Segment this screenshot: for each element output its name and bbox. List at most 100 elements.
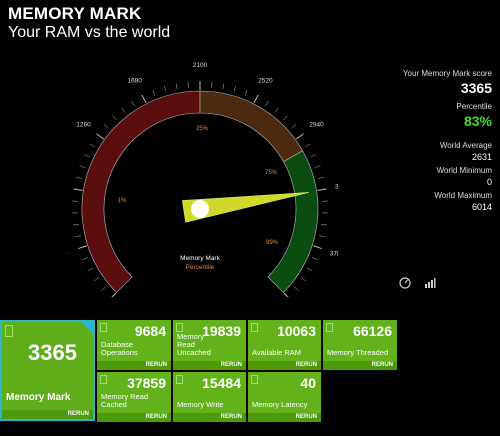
world-average-label: World Average	[439, 141, 492, 150]
gauge-tick	[121, 107, 126, 113]
gauge-tick	[72, 224, 79, 226]
gauge-tick	[233, 86, 236, 92]
percentile-mark-25: 25%	[196, 126, 209, 132]
gauge-tick	[283, 292, 289, 297]
percentile-value: 83%	[463, 113, 492, 129]
memory-mark-tile[interactable]: 3365 Memory Mark RERUN	[0, 320, 95, 421]
gauge-tick	[321, 224, 328, 226]
tile-memory-write[interactable]: 15484 Memory Write RERUN	[173, 372, 246, 422]
memory-chip-icon	[251, 323, 258, 332]
gauge-tick	[73, 188, 83, 191]
gauge-tick	[82, 257, 89, 261]
tile-value: 37859	[127, 375, 166, 391]
gauge-tick	[103, 124, 109, 129]
gauge-tick	[310, 154, 316, 158]
gauge-tick	[222, 83, 225, 90]
gauge-tick-label: 3360	[335, 183, 338, 190]
gauge-tick	[274, 107, 279, 113]
rerun-button[interactable]: RERUN	[323, 361, 397, 370]
gauge-tick	[89, 143, 96, 148]
chart-icon[interactable]	[424, 277, 436, 289]
world-minimum-label: World Minimum	[436, 166, 492, 175]
tile-name: Available RAM	[252, 348, 302, 357]
memory-mark-tile-name: Memory Mark	[6, 392, 71, 403]
gauge-tick	[141, 94, 147, 104]
score-value: 3365	[460, 80, 492, 96]
gauge-tick	[84, 154, 90, 158]
gauge-tick	[244, 89, 248, 96]
tile-name: Memory Read Cached	[101, 392, 149, 409]
gauge-tick	[317, 188, 327, 191]
gauge-tick	[306, 267, 313, 271]
rerun-button[interactable]: RERUN	[97, 413, 171, 422]
gauge-tick	[75, 176, 82, 179]
tile-name: Memory Write	[177, 400, 224, 409]
tile-memory-read-uncached[interactable]: 19839 Memory Read Uncached RERUN	[173, 320, 246, 370]
speedometer-icon[interactable]	[399, 277, 411, 289]
gauge-tick-label: 2520	[258, 78, 273, 85]
tile-name: Memory Read Uncached	[177, 332, 211, 357]
percentile-mark-75: 75%	[265, 170, 278, 176]
gauge-tick	[93, 277, 100, 282]
rerun-button[interactable]: RERUN	[173, 361, 246, 370]
tile-value: 66126	[353, 323, 392, 339]
gauge-tick	[87, 267, 94, 271]
gauge-tick	[187, 81, 189, 88]
memory-mark-tile-value: 3365	[28, 340, 77, 365]
gauge-hub	[191, 200, 209, 218]
tile-database-operations[interactable]: 9684 Database Operations RERUN	[97, 320, 171, 370]
gauge-tick	[131, 100, 135, 107]
page-subtitle: Your RAM vs the world	[8, 24, 171, 41]
tile-name: Memory Latency	[252, 400, 308, 409]
gauge-tick	[311, 257, 318, 261]
tile-memory-threaded[interactable]: 66126 Memory Threaded RERUN	[323, 320, 397, 370]
memory-chip-icon	[326, 323, 333, 332]
gauge-center-sublabel: Percentile	[186, 264, 215, 271]
world-minimum-value: 0	[486, 177, 492, 187]
gauge-tick-label: 2940	[309, 121, 324, 128]
rerun-button[interactable]: RERUN	[97, 361, 171, 370]
tile-memory-latency[interactable]: 40 Memory Latency RERUN	[248, 372, 321, 422]
score-stats-panel: Your Memory Mark score 3365 Percentile 8…	[403, 69, 492, 216]
rerun-button[interactable]: RERUN	[173, 413, 246, 422]
rerun-button[interactable]: RERUN	[248, 361, 321, 370]
percentile-label: Percentile	[456, 102, 492, 111]
gauge-tick	[175, 83, 178, 90]
gauge-tick	[319, 235, 325, 238]
gauge-tick	[111, 292, 117, 297]
gauge-tick	[314, 165, 321, 168]
rerun-button[interactable]: RERUN	[248, 413, 321, 422]
selected-corner	[81, 322, 93, 334]
memory-mark-rerun-button[interactable]: RERUN	[2, 410, 93, 419]
percentile-mark-1: 1%	[118, 198, 127, 204]
gauge-tick	[304, 143, 311, 148]
memory-chip-icon	[176, 323, 183, 332]
gauge-tick-label: 1260	[76, 121, 91, 128]
gauge-tick	[75, 235, 81, 238]
gauge-tick	[152, 89, 156, 96]
gauge-center-label: Memory Mark	[180, 255, 220, 262]
percentile-mark-99: 99%	[266, 240, 279, 246]
gauge-tick	[96, 133, 105, 140]
gauge-tick-label: 2100	[193, 62, 208, 69]
memory-mark-gauge: 042084012601680210025202940336037804200 …	[68, 62, 338, 297]
tile-value: 10063	[277, 323, 316, 339]
gauge-tick	[293, 286, 299, 291]
gauge-tick	[79, 165, 86, 168]
tile-value: 9684	[134, 323, 166, 339]
tile-memory-read-cached[interactable]: 37859 Memory Read Cached RERUN	[97, 372, 171, 422]
gauge-tick	[78, 245, 87, 250]
tile-name: Database Operations	[101, 340, 138, 357]
page-title: MEMORY MARK	[8, 4, 142, 23]
gauge-tick	[265, 100, 269, 107]
memory-chip-icon	[251, 375, 258, 384]
gauge-tick	[318, 176, 325, 179]
gauge-band-mid	[199, 90, 304, 163]
gauge-tick-label: 1680	[127, 78, 142, 85]
world-maximum-label: World Maximum	[434, 191, 492, 200]
tile-available-ram[interactable]: 10063 Available RAM RERUN	[248, 320, 321, 370]
gauge-tick	[295, 133, 304, 140]
gauge-tick	[313, 245, 322, 250]
score-label: Your Memory Mark score	[402, 69, 492, 78]
gauge-tick	[101, 286, 107, 291]
